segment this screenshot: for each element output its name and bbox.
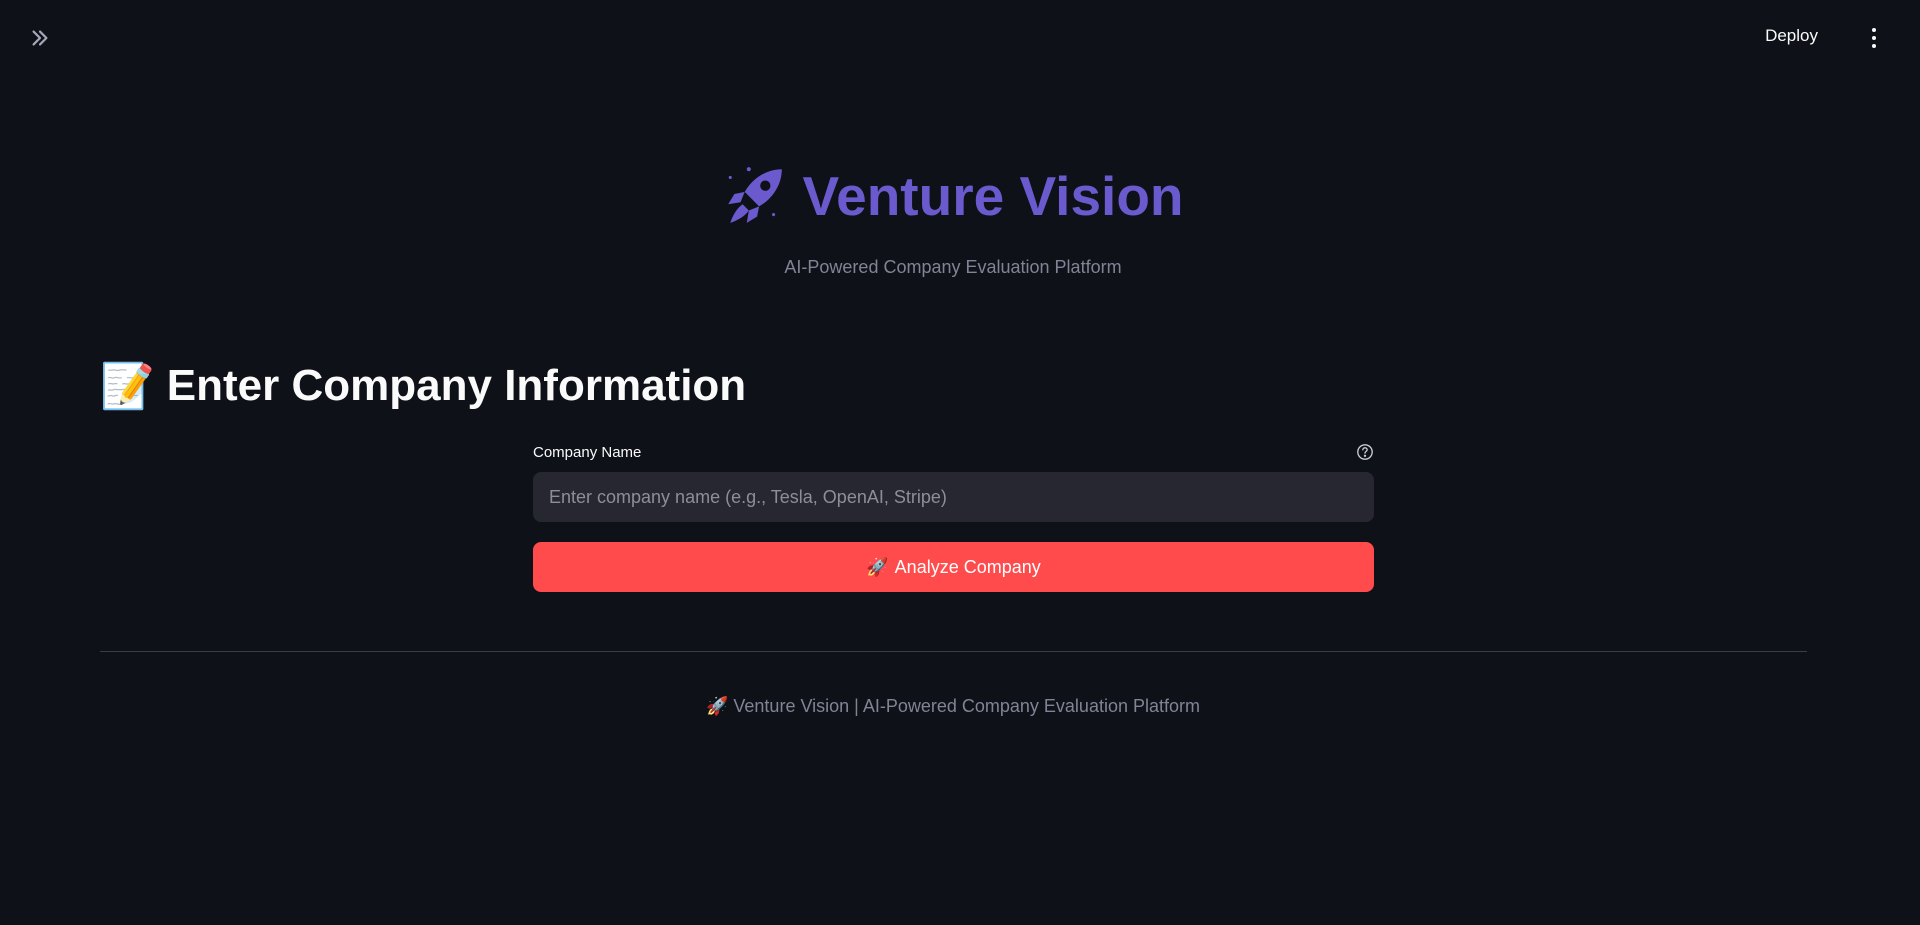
- analyze-button-label: Analyze Company: [894, 556, 1041, 577]
- company-name-label: Company Name: [533, 443, 642, 461]
- main-menu-button[interactable]: [1864, 26, 1884, 50]
- analyze-company-button[interactable]: 🚀 Analyze Company: [533, 542, 1374, 592]
- memo-icon: 📝: [100, 362, 155, 411]
- company-name-input[interactable]: [533, 472, 1374, 522]
- deploy-button[interactable]: Deploy: [1765, 26, 1818, 46]
- rocket-icon: [728, 167, 783, 223]
- footer-text: 🚀 Venture Vision | AI-Powered Company Ev…: [705, 696, 1200, 716]
- company-form: Company Name 🚀 Analyze Company: [533, 440, 1374, 592]
- expand-sidebar-button[interactable]: [26, 24, 54, 52]
- app-title: Venture Vision: [722, 160, 1184, 232]
- divider: [100, 651, 1807, 652]
- kebab-menu-icon: [1872, 28, 1876, 32]
- app-title-text: Venture Vision: [802, 165, 1184, 227]
- hero-section: Venture Vision AI-Powered Company Evalua…: [0, 160, 1906, 278]
- section-heading-text: Enter Company Information: [166, 361, 747, 410]
- section-heading: 📝 Enter Company Information: [100, 360, 746, 412]
- rocket-icon: 🚀: [866, 556, 889, 577]
- company-name-label-row: Company Name: [533, 440, 1374, 464]
- question-circle-icon[interactable]: [1356, 443, 1374, 461]
- chevrons-right-icon: [32, 30, 48, 46]
- app-subtitle: AI-Powered Company Evaluation Platform: [784, 257, 1122, 277]
- app-header: Deploy: [0, 0, 1920, 76]
